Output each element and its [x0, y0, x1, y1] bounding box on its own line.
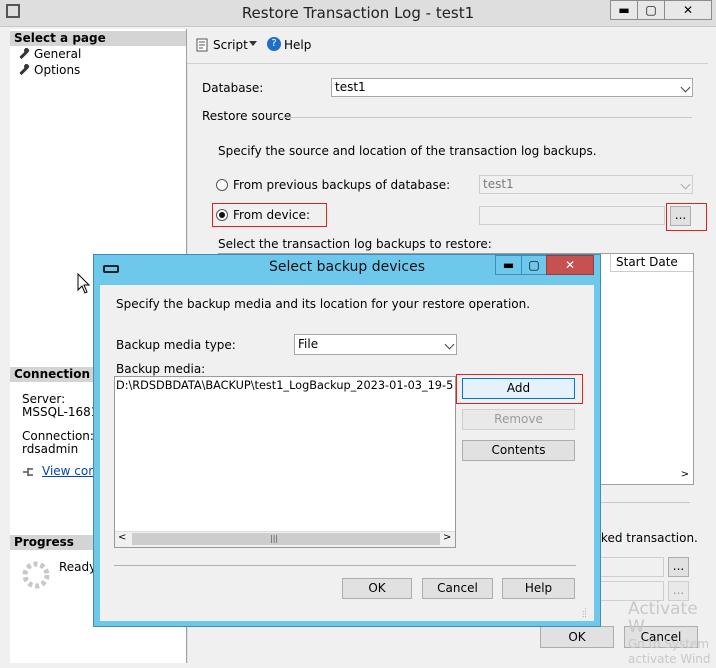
scrollbar-thumb[interactable]	[132, 533, 440, 545]
help-button[interactable]: Help	[284, 38, 311, 52]
plug-icon	[22, 466, 36, 478]
page-general[interactable]: General	[18, 47, 81, 61]
dialog-instruction: Specify the backup media and its locatio…	[116, 297, 531, 311]
script-icon	[195, 38, 209, 52]
previous-database-select[interactable]: test1	[479, 175, 693, 194]
select-page-heading: Select a page	[10, 31, 186, 46]
start-date-header[interactable]: Start Date	[610, 254, 693, 272]
minimize-button[interactable]: ▬	[610, 0, 638, 20]
chevron-down-icon	[444, 339, 455, 350]
dialog-help-button[interactable]: Help	[502, 578, 575, 599]
media-type-label: Backup media type:	[116, 338, 236, 352]
wrench-icon	[18, 64, 30, 76]
watermark-line-2: Go to System	[628, 637, 710, 651]
point-in-time-browse-button[interactable]: ...	[668, 557, 689, 577]
marked-transaction-text: rked transaction.	[596, 531, 698, 545]
page-general-label: General	[34, 47, 82, 61]
help-icon: ?	[267, 37, 281, 51]
list-item[interactable]: D:\RDSDBDATA\BACKUP\test1_LogBackup_2023…	[116, 378, 454, 394]
ok-button[interactable]: OK	[540, 626, 614, 648]
resize-grip-icon[interactable]: .:::	[582, 607, 592, 619]
point-in-time-field[interactable]	[596, 557, 664, 577]
chevron-down-icon	[680, 179, 691, 190]
from-device-radio[interactable]	[216, 209, 228, 221]
scroll-left-icon[interactable]: <	[118, 532, 126, 543]
dialog-footer-divider	[114, 565, 576, 566]
close-button[interactable]: ✕	[664, 0, 712, 20]
window-title: Restore Transaction Log - test1	[241, 4, 475, 22]
connection-value: rdsadmin	[22, 442, 79, 456]
restore-source-divider	[280, 117, 692, 118]
server-label: Server:	[22, 392, 66, 406]
scroll-right-icon[interactable]: >	[678, 467, 692, 482]
restore-source-label: Restore source	[202, 109, 292, 123]
page-options-label: Options	[34, 63, 81, 77]
device-path-field[interactable]	[479, 206, 665, 225]
database-label: Database:	[202, 81, 264, 95]
watermark-line-3: activate Wind	[628, 652, 711, 666]
marked-transaction-browse-button[interactable]: ...	[668, 581, 689, 601]
page-options[interactable]: Options	[18, 63, 80, 77]
maximize-button[interactable]: ▢	[637, 0, 665, 20]
contents-button[interactable]: Contents	[462, 440, 575, 461]
activation-watermark: Activate W Go to System activate Wind	[628, 600, 716, 666]
chevron-down-icon	[680, 82, 691, 93]
section-divider	[590, 502, 690, 503]
add-button[interactable]: Add	[462, 378, 575, 399]
script-dropdown-icon[interactable]	[249, 41, 257, 46]
dialog-cancel-button[interactable]: Cancel	[422, 578, 493, 599]
backup-media-label: Backup media:	[116, 362, 206, 376]
wrench-icon	[18, 48, 30, 60]
database-select-value: test1	[335, 80, 366, 94]
connection-label: Connection:	[22, 429, 94, 443]
media-type-value: File	[298, 337, 319, 351]
scroll-right-icon[interactable]: >	[443, 532, 451, 543]
source-instruction: Specify the source and location of the t…	[218, 144, 597, 158]
dialog-ok-button[interactable]: OK	[342, 578, 412, 599]
media-type-select[interactable]: File	[294, 334, 457, 355]
marked-transaction-field[interactable]	[596, 581, 664, 601]
dialog-minimize-button[interactable]: ▬	[495, 255, 522, 275]
progress-status: Ready	[59, 560, 97, 574]
previous-database-value: test1	[483, 177, 514, 191]
dialog-close-button[interactable]: ✕	[546, 255, 594, 275]
watermark-line-1: Activate W	[628, 599, 698, 637]
database-select[interactable]: test1	[331, 78, 693, 97]
dialog-maximize-button[interactable]: ▢	[521, 255, 547, 275]
previous-backups-radio[interactable]	[216, 179, 228, 191]
select-backups-label: Select the transaction log backups to re…	[218, 237, 492, 251]
backup-media-list[interactable]	[114, 376, 456, 548]
grip-icon: |||	[270, 534, 279, 543]
remove-button[interactable]: Remove	[462, 409, 575, 430]
progress-spinner-icon	[21, 560, 51, 590]
toolbar	[188, 30, 708, 60]
browse-device-button[interactable]: ...	[670, 206, 691, 226]
toolbar-divider	[187, 63, 708, 64]
script-button[interactable]: Script	[213, 38, 248, 52]
from-device-label: From device:	[233, 208, 311, 222]
previous-backups-label: From previous backups of database:	[233, 178, 451, 192]
mouse-cursor-icon	[77, 272, 91, 295]
